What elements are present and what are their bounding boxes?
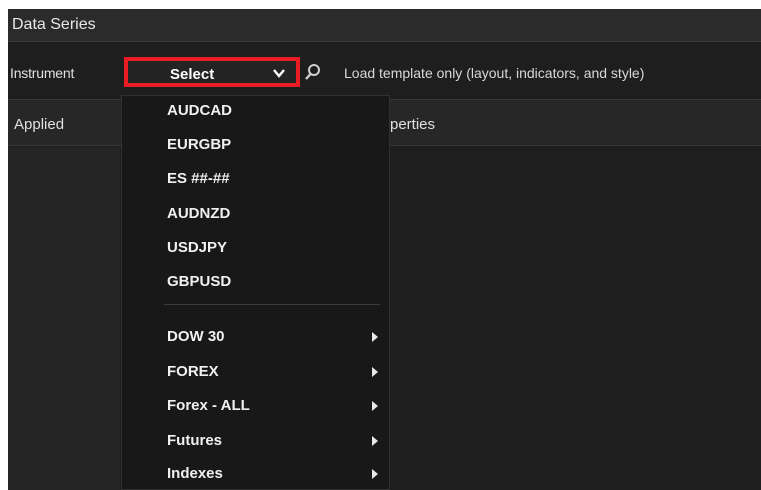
- chevron-down-icon: [273, 69, 285, 78]
- menu-item-usdjpy[interactable]: USDJPY: [122, 234, 389, 262]
- chevron-right-icon: [372, 367, 378, 377]
- menu-item-indexes[interactable]: Indexes: [122, 460, 389, 488]
- menu-item-futures[interactable]: Futures: [122, 427, 389, 455]
- instrument-select[interactable]: Select: [124, 57, 300, 87]
- menu-item-label: GBPUSD: [167, 273, 232, 290]
- menu-item-label: Indexes: [167, 465, 223, 482]
- menu-item-gbpusd[interactable]: GBPUSD: [122, 268, 389, 296]
- menu-item-audnzd[interactable]: AUDNZD: [122, 200, 389, 228]
- menu-item-label: FOREX: [167, 363, 219, 380]
- menu-item-label: USDJPY: [167, 239, 228, 256]
- chevron-right-icon: [372, 436, 378, 446]
- applied-list[interactable]: [8, 147, 120, 490]
- menu-item-eurgbp[interactable]: EURGBP: [122, 131, 389, 159]
- menu-item-label: EURGBP: [167, 136, 232, 153]
- search-icon[interactable]: [304, 63, 322, 81]
- title-bar: Data Series: [8, 9, 761, 42]
- menu-item-es[interactable]: ES ##-##: [122, 165, 389, 193]
- window-title: Data Series: [12, 16, 96, 33]
- instrument-toolbar: Instrument Select Load template only (la…: [8, 42, 761, 98]
- menu-item-audcad[interactable]: AUDCAD: [122, 97, 389, 125]
- instrument-select-value: Select: [170, 66, 215, 83]
- menu-item-label: Forex - ALL: [167, 397, 250, 414]
- menu-item-label: ES ##-##: [167, 170, 230, 187]
- menu-item-forex-all[interactable]: Forex - ALL: [122, 392, 389, 420]
- menu-item-forex[interactable]: FOREX: [122, 358, 389, 386]
- menu-item-label: AUDNZD: [167, 205, 231, 222]
- menu-item-label: Futures: [167, 432, 223, 449]
- menu-item-dow30[interactable]: DOW 30: [122, 323, 389, 351]
- menu-item-label: AUDCAD: [167, 102, 232, 119]
- menu-divider: [164, 304, 380, 305]
- instrument-dropdown-menu: AUDCAD EURGBP ES ##-## AUDNZD USDJPY GBP…: [121, 95, 390, 490]
- chevron-right-icon: [372, 401, 378, 411]
- menu-item-label: DOW 30: [167, 328, 225, 345]
- instrument-label: Instrument: [10, 65, 75, 81]
- chevron-right-icon: [372, 332, 378, 342]
- applied-header: Applied: [14, 116, 65, 133]
- data-series-window: Data Series Instrument Select Load templ…: [8, 9, 761, 490]
- properties-header: perties: [390, 116, 436, 133]
- load-template-label[interactable]: Load template only (layout, indicators, …: [344, 65, 644, 81]
- chevron-right-icon: [372, 469, 378, 479]
